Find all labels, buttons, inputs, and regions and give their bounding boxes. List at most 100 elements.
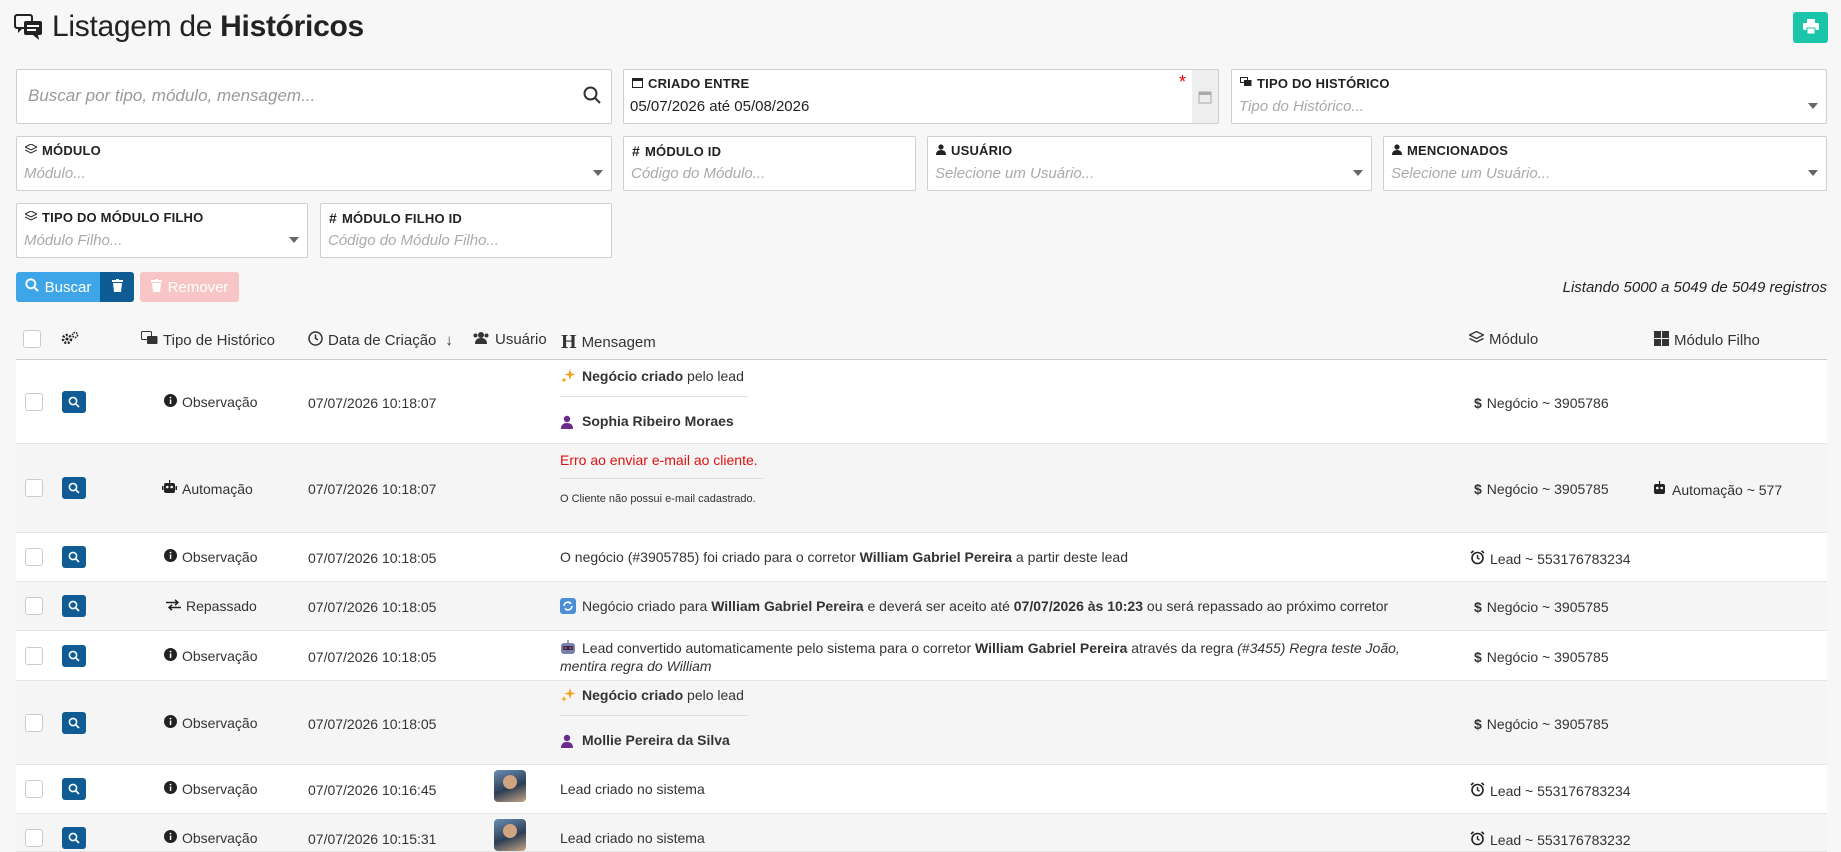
col-mensagem[interactable]: H Mensagem [561,331,656,354]
row-modulo-filho[interactable]: Automação ~ 577 [1652,481,1782,498]
person-icon [560,415,576,431]
user-icon [936,143,946,158]
listing-count: Listando 5000 a 5049 de 5049 registros [1562,279,1827,296]
heading-icon: H [561,331,577,353]
row-modulo[interactable]: Lead ~ 553176783234 [1470,550,1631,568]
row-checkbox[interactable] [25,647,43,665]
alarm-clock-icon [1470,782,1485,800]
info-circle-icon [164,648,177,664]
dollar-icon: $ [1474,481,1482,497]
col-data-criacao[interactable]: Data de Criação ↓ [308,331,453,350]
row-checkbox[interactable] [25,597,43,615]
usuario-select[interactable]: Usuário Selecione um Usuário... [927,136,1372,191]
col-usuario[interactable]: Usuário [472,331,547,348]
row-modulo[interactable]: Lead ~ 553176783232 [1470,831,1631,849]
row-date: 07/07/2026 10:18:05 [308,599,437,615]
row-message: Erro ao enviar e-mail ao cliente. O Clie… [560,452,763,505]
sparkles-icon [560,368,576,384]
chevron-down-icon [1808,103,1818,109]
row-modulo[interactable]: $ Negócio ~ 3905785 [1474,481,1609,497]
chevron-down-icon [1353,170,1363,176]
row-message: Negócio criado pelo lead Mollie Pereira … [560,687,748,750]
error-message: Erro ao enviar e-mail ao cliente. [560,452,758,468]
avatar [494,770,526,802]
row-checkbox[interactable] [25,479,43,497]
view-button[interactable] [62,546,86,568]
row-date: 07/07/2026 10:18:07 [308,395,437,411]
tipo-modulo-filho-select[interactable]: Tipo do Módulo Filho Módulo Filho... [16,203,308,258]
sort-down-icon: ↓ [445,332,453,349]
tipo-historico-select[interactable]: Tipo do Histórico Tipo do Histórico... [1231,69,1827,124]
layers-icon [23,143,39,158]
robot-face-icon [560,640,576,656]
col-modulo-filho[interactable]: Módulo Filho [1654,331,1760,350]
comments-icon [141,331,158,350]
row-message: Negócio criado para William Gabriel Pere… [560,598,1388,614]
clock-icon [308,331,323,350]
row-message: O negócio (#3905785) foi criado para o c… [560,549,1128,565]
row-checkbox[interactable] [25,829,43,847]
info-circle-icon [164,715,177,731]
view-button[interactable] [62,827,86,849]
view-button[interactable] [62,595,86,617]
buscar-button[interactable]: Buscar [16,272,100,302]
table-row: Observação 07/07/2026 10:18:05 Lead conv… [16,631,1827,681]
table-row: Observação 07/07/2026 10:18:05 Negócio c… [16,681,1827,765]
comments-icon [14,12,44,42]
mencionados-select[interactable]: Mencionados Selecione um Usuário... [1383,136,1827,191]
alarm-clock-icon [1470,831,1485,849]
row-checkbox[interactable] [25,780,43,798]
row-modulo[interactable]: $ Negócio ~ 3905785 [1474,599,1609,615]
table-row: Observação 07/07/2026 10:16:45 Lead cria… [16,765,1827,814]
table-row: Repassado 07/07/2026 10:18:05 Negócio cr… [16,582,1827,631]
view-button[interactable] [62,391,86,413]
row-checkbox[interactable] [25,714,43,732]
calendar-picker-icon[interactable] [1192,70,1218,123]
criado-entre-field[interactable]: Criado entre * 05/07/2026 até 05/08/2026 [623,69,1219,124]
row-modulo[interactable]: $ Negócio ~ 3905785 [1474,649,1609,665]
row-modulo[interactable]: $ Negócio ~ 3905785 [1474,716,1609,732]
row-date: 07/07/2026 10:18:05 [308,649,437,665]
hash-icon: # [632,143,640,159]
table-row: Automação 07/07/2026 10:18:07 Erro ao en… [16,444,1827,533]
table-row: Observação 07/07/2026 10:18:07 Negócio c… [16,360,1827,444]
cogs-icon[interactable] [61,331,79,345]
remover-button[interactable]: Remover [140,272,239,302]
row-checkbox[interactable] [25,393,43,411]
view-button[interactable] [62,712,86,734]
clear-filters-button[interactable] [100,272,134,302]
row-date: 07/07/2026 10:16:45 [308,782,437,798]
row-modulo[interactable]: $ Negócio ~ 3905786 [1474,395,1609,411]
row-checkbox[interactable] [25,548,43,566]
robot-icon [162,480,177,497]
repeat-icon [560,598,576,614]
modulo-id-input[interactable]: # Módulo ID Código do Módulo... [623,136,916,191]
person-icon [560,734,576,750]
info-circle-icon [164,781,177,797]
view-button[interactable] [62,778,86,800]
print-icon [1802,18,1819,37]
info-circle-icon [164,830,177,846]
table-row: Observação 07/07/2026 10:15:31 Lead cria… [16,814,1827,852]
col-modulo[interactable]: Módulo [1468,330,1538,348]
chevron-down-icon [593,170,603,176]
modulo-filho-id-input[interactable]: # Módulo Filho ID Código do Módulo Filho… [320,203,612,258]
row-message: Lead criado no sistema [560,830,705,846]
sparkles-icon [560,687,576,703]
view-button[interactable] [62,645,86,667]
date-range-value: 05/07/2026 até 05/08/2026 [630,98,810,115]
col-tipo-historico[interactable]: Tipo de Histórico [141,331,275,350]
view-button[interactable] [62,477,86,499]
search-icon [583,86,601,107]
grid-icon [1654,331,1669,350]
modulo-select[interactable]: Módulo Módulo... [16,136,612,191]
page-title: Listagem de Históricos [14,10,364,44]
row-modulo[interactable]: Lead ~ 553176783234 [1470,782,1631,800]
select-all-checkbox[interactable] [23,330,41,348]
row-date: 07/07/2026 10:18:05 [308,550,437,566]
hash-icon: # [329,210,337,226]
required-mark: * [1178,72,1186,92]
print-button[interactable] [1793,12,1828,43]
chevron-down-icon [289,237,299,243]
search-input[interactable]: Buscar por tipo, módulo, mensagem... [16,69,612,124]
